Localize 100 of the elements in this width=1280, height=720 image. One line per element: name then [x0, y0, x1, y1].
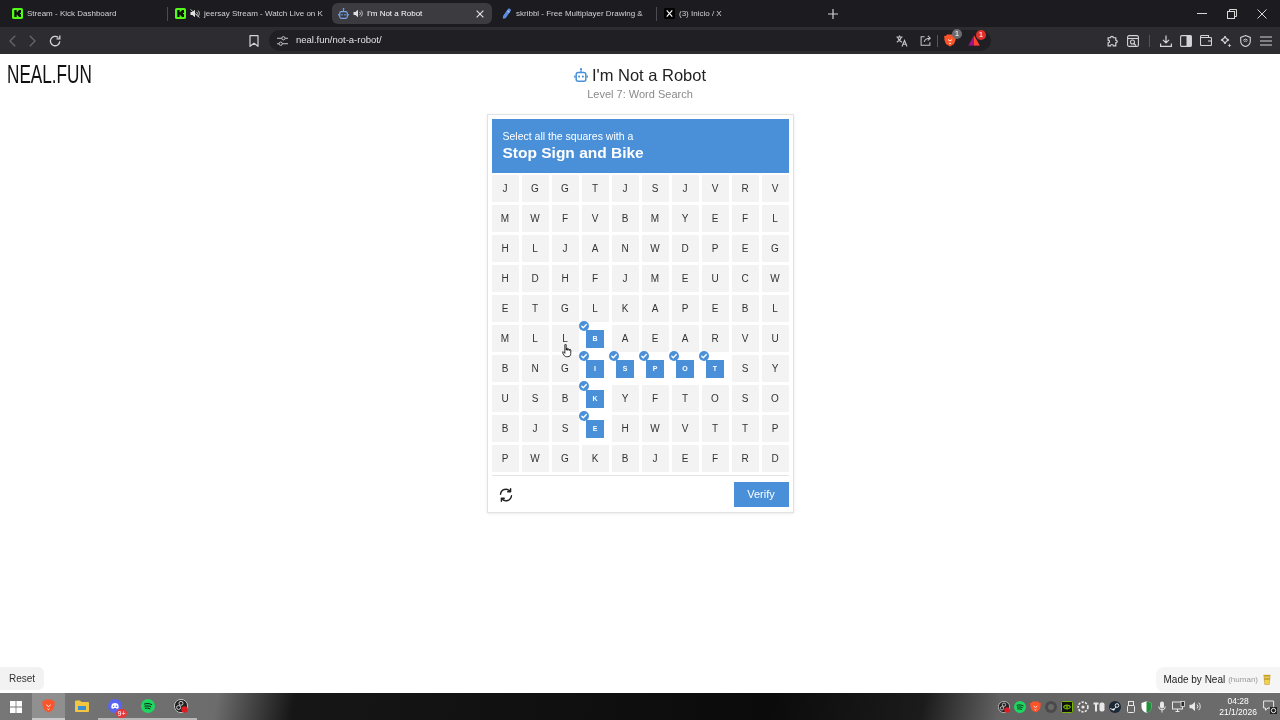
grid-square[interactable]: P — [701, 235, 729, 262]
grid-square[interactable]: E — [671, 445, 699, 472]
grid-square[interactable]: S — [641, 175, 669, 202]
shield-logo-icon[interactable] — [944, 34, 956, 47]
grid-square[interactable]: D — [521, 265, 549, 292]
grid-square[interactable]: G — [761, 235, 789, 262]
grid-square[interactable]: M — [491, 205, 519, 232]
grid-square[interactable]: B — [551, 385, 579, 412]
sidebar-icon[interactable] — [1180, 34, 1192, 47]
grid-square[interactable]: U — [701, 265, 729, 292]
grid-square[interactable]: E — [491, 295, 519, 322]
grid-square[interactable]: E — [641, 325, 669, 352]
dotted-ring-icon[interactable] — [1077, 700, 1090, 713]
grid-square[interactable]: T — [521, 295, 549, 322]
grid-square[interactable]: S — [731, 385, 759, 412]
grid-square[interactable]: H — [491, 235, 519, 262]
clock-date[interactable]: 21/1/2026 — [1219, 706, 1257, 718]
grid-square[interactable]: R — [731, 175, 759, 202]
grid-square[interactable]: J — [671, 175, 699, 202]
grid-square[interactable]: P — [491, 445, 519, 472]
site-logo[interactable]: NEAL.FUN — [7, 61, 92, 87]
grid-square[interactable]: E — [701, 205, 729, 232]
credit-text[interactable]: Made by Neal — [1163, 672, 1226, 687]
eye-logo-icon[interactable] — [1061, 700, 1074, 713]
grid-square[interactable]: E — [671, 265, 699, 292]
download-icon[interactable] — [1160, 34, 1172, 47]
tray-app-icon[interactable] — [1093, 700, 1106, 713]
grid-square[interactable]: M — [491, 325, 519, 352]
grid-square[interactable]: A — [581, 235, 609, 262]
grid-square[interactable]: V — [581, 205, 609, 232]
browser-tab[interactable]: I'm Not a Robot — [332, 3, 492, 24]
start-icon[interactable] — [10, 700, 22, 713]
refresh-icon[interactable] — [498, 487, 513, 502]
grid-square[interactable]: O — [701, 385, 729, 412]
grid-square[interactable]: W — [761, 265, 789, 292]
grid-square[interactable]: F — [551, 205, 579, 232]
shield-icon[interactable] — [1240, 34, 1251, 47]
new-tab-icon[interactable] — [828, 8, 838, 19]
grid-square[interactable]: A — [671, 325, 699, 352]
grid-square[interactable]: B — [491, 355, 519, 382]
notification-icon[interactable] — [1263, 699, 1277, 714]
grid-square[interactable]: L — [581, 295, 609, 322]
grid-square[interactable]: P — [761, 415, 789, 442]
grid-square[interactable]: J — [611, 175, 639, 202]
grid-square[interactable]: E — [731, 235, 759, 262]
grid-square[interactable]: L — [521, 325, 549, 352]
grid-square[interactable]: B — [491, 415, 519, 442]
grid-square[interactable]: B — [611, 205, 639, 232]
grid-square[interactable]: O — [761, 385, 789, 412]
grid-square[interactable]: F — [731, 205, 759, 232]
grid-square[interactable]: K — [581, 445, 609, 472]
grid-square[interactable]: U — [491, 385, 519, 412]
grid-square[interactable]: V — [701, 175, 729, 202]
translate-icon[interactable] — [896, 34, 908, 47]
usb-drive-icon[interactable] — [1127, 700, 1136, 713]
browser-tab[interactable]: jeersay Stream - Watch Live on K — [169, 3, 329, 24]
grid-square[interactable]: V — [761, 175, 789, 202]
share-icon[interactable] — [920, 35, 931, 46]
grid-square[interactable]: N — [611, 235, 639, 262]
puzzle-icon[interactable] — [1107, 34, 1118, 47]
record-icon[interactable] — [998, 700, 1011, 713]
grid-square[interactable]: F — [701, 445, 729, 472]
grid-square[interactable]: W — [521, 205, 549, 232]
grid-square[interactable]: M — [641, 205, 669, 232]
grid-square[interactable]: T — [701, 415, 729, 442]
grid-square[interactable]: A — [611, 325, 639, 352]
grid-square[interactable]: G — [551, 175, 579, 202]
monitor-icon[interactable] — [1172, 700, 1186, 713]
grid-square[interactable]: Y — [611, 385, 639, 412]
grid-square[interactable]: R — [731, 445, 759, 472]
grid-square[interactable]: M — [641, 265, 669, 292]
sparkle-icon[interactable] — [1220, 34, 1232, 47]
grid-square[interactable]: Y — [671, 205, 699, 232]
grid-square[interactable]: P — [671, 295, 699, 322]
window-search-icon[interactable] — [1127, 34, 1139, 47]
grid-square[interactable]: C — [731, 265, 759, 292]
grid-square[interactable]: S — [551, 415, 579, 442]
grid-square[interactable]: Y — [761, 355, 789, 382]
grid-square[interactable]: V — [671, 415, 699, 442]
grid-square[interactable]: R — [701, 325, 729, 352]
grid-square[interactable]: F — [581, 265, 609, 292]
grid-square[interactable]: G — [551, 295, 579, 322]
grid-square[interactable]: J — [611, 265, 639, 292]
site-settings-icon[interactable] — [277, 35, 288, 46]
reload-icon[interactable] — [49, 34, 61, 47]
grid-square[interactable]: B — [611, 445, 639, 472]
grid-square[interactable]: A — [641, 295, 669, 322]
grid-square[interactable]: E — [701, 295, 729, 322]
grid-square[interactable]: U — [761, 325, 789, 352]
restore-icon[interactable] — [1227, 8, 1237, 19]
muted-speaker-icon[interactable] — [190, 9, 200, 18]
triangle-logo-icon[interactable] — [968, 35, 980, 46]
grid-square[interactable]: D — [671, 235, 699, 262]
grid-square[interactable]: J — [551, 235, 579, 262]
bookmark-icon[interactable] — [249, 34, 259, 47]
spotify-icon[interactable] — [1014, 700, 1027, 713]
volume-icon[interactable] — [1189, 701, 1202, 712]
grid-square[interactable]: W — [641, 415, 669, 442]
grid-square[interactable]: L — [521, 235, 549, 262]
grid-square[interactable]: V — [731, 325, 759, 352]
